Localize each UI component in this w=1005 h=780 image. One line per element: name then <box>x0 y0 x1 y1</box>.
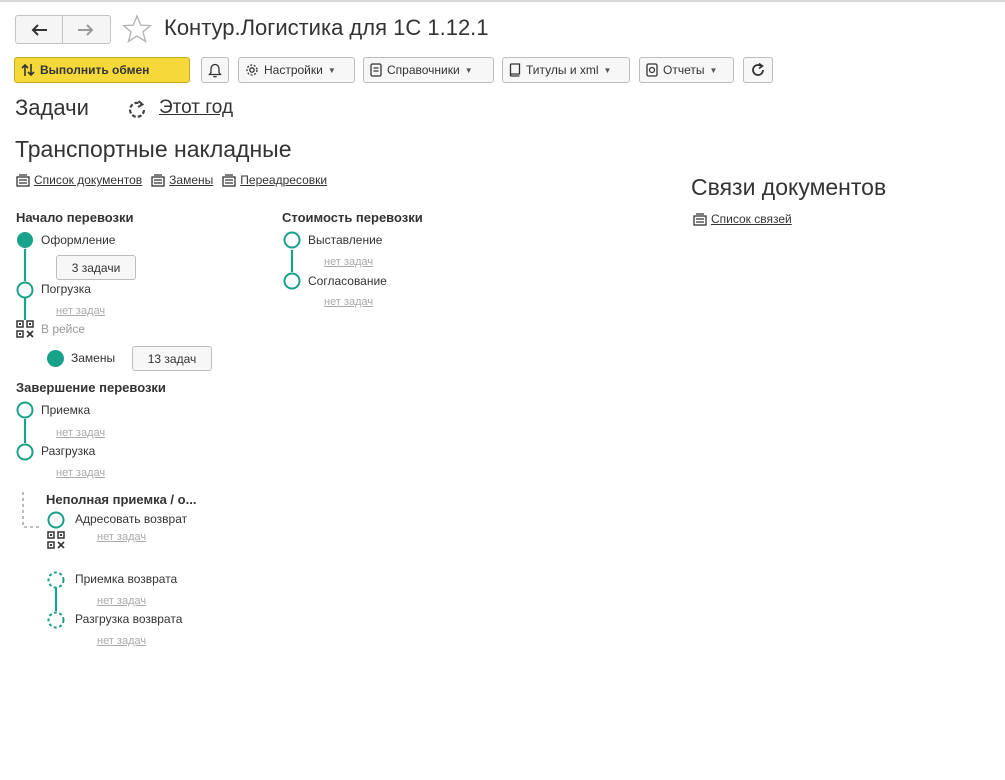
return-acceptance-tasks-link[interactable]: нет задач <box>97 595 146 607</box>
catalog-icon <box>370 63 382 77</box>
loading-tasks-link[interactable]: нет задач <box>56 305 105 317</box>
stage-empty-circle-icon <box>283 231 301 249</box>
address-return-tasks-link[interactable]: нет задач <box>97 531 146 543</box>
stage-empty-circle-icon <box>283 272 301 290</box>
arrow-right-icon <box>78 23 94 36</box>
refresh-period-icon[interactable] <box>126 99 148 121</box>
stage-replacements[interactable]: Замены <box>71 351 115 365</box>
relations-links: Список связей <box>693 212 801 226</box>
relations-heading: Связи документов <box>691 174 887 200</box>
unloading-tasks-link[interactable]: нет задач <box>56 467 105 479</box>
stage-filled-circle-icon <box>47 350 64 367</box>
return-unloading-tasks-link[interactable]: нет задач <box>97 635 146 647</box>
stage-approval[interactable]: Согласование <box>308 274 387 288</box>
stage-unloading[interactable]: Разгрузка <box>41 444 95 458</box>
replacements-link[interactable]: Замены <box>169 173 213 187</box>
replacements-tasks-button[interactable]: 13 задач <box>132 346 212 371</box>
titles-xml-menu-button[interactable]: Титулы и xml ▼ <box>502 57 630 83</box>
stage-empty-circle-icon <box>16 401 34 419</box>
chevron-down-icon: ▼ <box>709 65 718 75</box>
stage-empty-circle-icon <box>16 443 34 461</box>
list-icon <box>222 173 236 187</box>
settings-label: Настройки <box>264 63 323 77</box>
qr-code-icon <box>47 531 65 549</box>
stage-in-trip[interactable]: В рейсе <box>41 322 85 336</box>
chevron-down-icon: ▼ <box>464 65 473 75</box>
chevron-down-icon: ▼ <box>327 65 336 75</box>
start-group-title: Начало перевозки <box>16 210 134 225</box>
waybills-links: Список документов Замены Переадресовки <box>16 173 336 187</box>
billing-tasks-link[interactable]: нет задач <box>324 256 373 268</box>
catalogs-label: Справочники <box>387 63 460 77</box>
book-icon <box>509 63 521 77</box>
stage-return-unloading[interactable]: Разгрузка возврата <box>75 612 182 626</box>
tasks-heading: Задачи <box>15 95 89 120</box>
titles-xml-label: Титулы и xml <box>526 63 599 77</box>
exchange-arrows-icon <box>21 63 35 77</box>
settings-menu-button[interactable]: Настройки ▼ <box>238 57 355 83</box>
reports-menu-button[interactable]: Отчеты ▼ <box>639 57 734 83</box>
stage-empty-circle-icon <box>47 511 65 529</box>
stage-empty-circle-icon <box>16 281 34 299</box>
back-button[interactable] <box>16 16 63 43</box>
stage-filled-circle-icon <box>17 232 33 248</box>
arrow-left-icon <box>31 23 47 36</box>
list-icon <box>151 173 165 187</box>
stage-dashed-circle-icon <box>47 571 65 589</box>
qr-code-icon <box>16 320 34 338</box>
refresh-button[interactable] <box>743 57 773 83</box>
period-link[interactable]: Этот год <box>159 97 233 119</box>
stage-loading[interactable]: Погрузка <box>41 282 91 296</box>
registration-tasks-button[interactable]: 3 задачи <box>56 255 136 280</box>
stage-address-return[interactable]: Адресовать возврат <box>75 512 187 526</box>
list-icon <box>693 212 707 226</box>
documents-list-link[interactable]: Список документов <box>34 173 142 187</box>
readdressing-link[interactable]: Переадресовки <box>240 173 327 187</box>
star-icon[interactable] <box>122 14 152 44</box>
partial-group-title: Неполная приемка / о... <box>46 492 197 507</box>
forward-button[interactable] <box>63 16 109 43</box>
nav-buttons <box>15 15 111 44</box>
catalogs-menu-button[interactable]: Справочники ▼ <box>363 57 494 83</box>
waybills-heading: Транспортные накладные <box>15 136 292 162</box>
relations-list-link[interactable]: Список связей <box>711 212 792 226</box>
exchange-label: Выполнить обмен <box>40 63 150 77</box>
notifications-button[interactable] <box>201 57 229 83</box>
approval-tasks-link[interactable]: нет задач <box>324 296 373 308</box>
chevron-down-icon: ▼ <box>603 65 612 75</box>
report-icon <box>646 63 658 77</box>
list-icon <box>16 173 30 187</box>
stage-registration[interactable]: Оформление <box>41 233 115 247</box>
acceptance-tasks-link[interactable]: нет задач <box>56 427 105 439</box>
window-top-border <box>0 0 1005 2</box>
stage-acceptance[interactable]: Приемка <box>41 403 90 417</box>
window-title: Контур.Логистика для 1С 1.12.1 <box>164 15 489 40</box>
stage-dashed-circle-icon <box>47 611 65 629</box>
refresh-icon <box>752 62 764 76</box>
bell-icon <box>208 63 222 78</box>
cost-group-title: Стоимость перевозки <box>282 210 423 225</box>
finish-group-title: Завершение перевозки <box>16 380 166 395</box>
stage-return-acceptance[interactable]: Приемка возврата <box>75 572 177 586</box>
gear-icon <box>245 63 259 77</box>
exchange-button[interactable]: Выполнить обмен <box>14 57 190 83</box>
stage-billing[interactable]: Выставление <box>308 233 382 247</box>
reports-label: Отчеты <box>663 63 705 77</box>
